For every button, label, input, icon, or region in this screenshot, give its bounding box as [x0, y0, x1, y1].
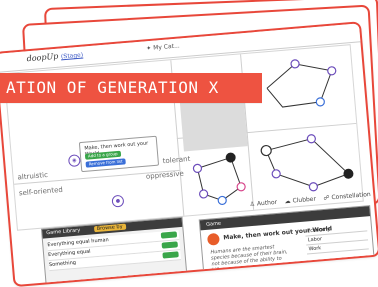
- app-logo: doopUp (Stage): [26, 50, 83, 64]
- graph-node[interactable]: [199, 189, 209, 199]
- axis-label-altruistic: altruistic: [17, 170, 49, 182]
- game-node-icon[interactable]: ◉: [67, 154, 81, 168]
- brand-text: My Cat...: [152, 42, 180, 52]
- constellation-graph-right: [260, 134, 354, 192]
- app-screenshot: doopUp (Stage) ✦ My Cat... altruistic se…: [0, 23, 378, 287]
- logo-stage-link[interactable]: (Stage): [61, 52, 84, 61]
- title-banner: ATION OF GENERATION X: [0, 73, 262, 103]
- library-filter-select[interactable]: Browse by: [93, 223, 126, 233]
- library-title: Game Library: [46, 227, 81, 237]
- graph-node[interactable]: [315, 97, 325, 107]
- game-detail-panel: Game Make, then work out your World Huma…: [198, 205, 376, 282]
- axis-label-self-oriented: self-oriented: [18, 185, 64, 198]
- constellation-graph-top: [266, 59, 337, 108]
- graph-node[interactable]: [327, 66, 337, 76]
- graph-node[interactable]: [308, 182, 318, 192]
- detail-attributes-table: Economy Labor Work: [304, 222, 369, 255]
- constellation-graph-left: [192, 152, 246, 206]
- detail-description: Humans are the smartest species because …: [210, 244, 288, 274]
- hand-icon: [206, 232, 220, 246]
- stacked-screenshot-stage: doopUp (Stage) ✦ My Cat... altruistic se…: [0, 0, 378, 287]
- library-row-tag[interactable]: [160, 231, 178, 239]
- share-icon: ✦: [145, 44, 152, 53]
- graph-node[interactable]: [306, 134, 316, 144]
- graph-edges: [265, 138, 350, 188]
- graph-node[interactable]: [192, 163, 203, 173]
- app-brand: ✦ My Cat...: [146, 42, 180, 52]
- library-row-tag[interactable]: [161, 241, 178, 249]
- graph-node[interactable]: [260, 144, 272, 157]
- library-row-label: Everything equal: [47, 248, 91, 259]
- main-screenshot-card: doopUp (Stage) ✦ My Cat... altruistic se…: [0, 21, 378, 287]
- game-node-icon[interactable]: ●: [111, 194, 125, 208]
- axis-label-tolerant: tolerant: [162, 154, 191, 166]
- graph-node[interactable]: [236, 182, 246, 192]
- library-row-tag[interactable]: [162, 251, 179, 259]
- graph-node[interactable]: [271, 169, 281, 179]
- graph-node[interactable]: [290, 59, 300, 69]
- game-tooltip: Make, then work out your World Add to a …: [78, 135, 160, 173]
- graph-node[interactable]: [217, 195, 227, 206]
- library-row-label: Something: [48, 259, 77, 269]
- game-library-panel: Game Library Browse by Everything equal …: [40, 216, 188, 287]
- logo-text: doopUp: [26, 51, 59, 64]
- axis-label-oppressive: oppressive: [145, 169, 185, 181]
- graph-node[interactable]: [225, 152, 236, 163]
- detail-tab-game[interactable]: Game: [206, 221, 221, 228]
